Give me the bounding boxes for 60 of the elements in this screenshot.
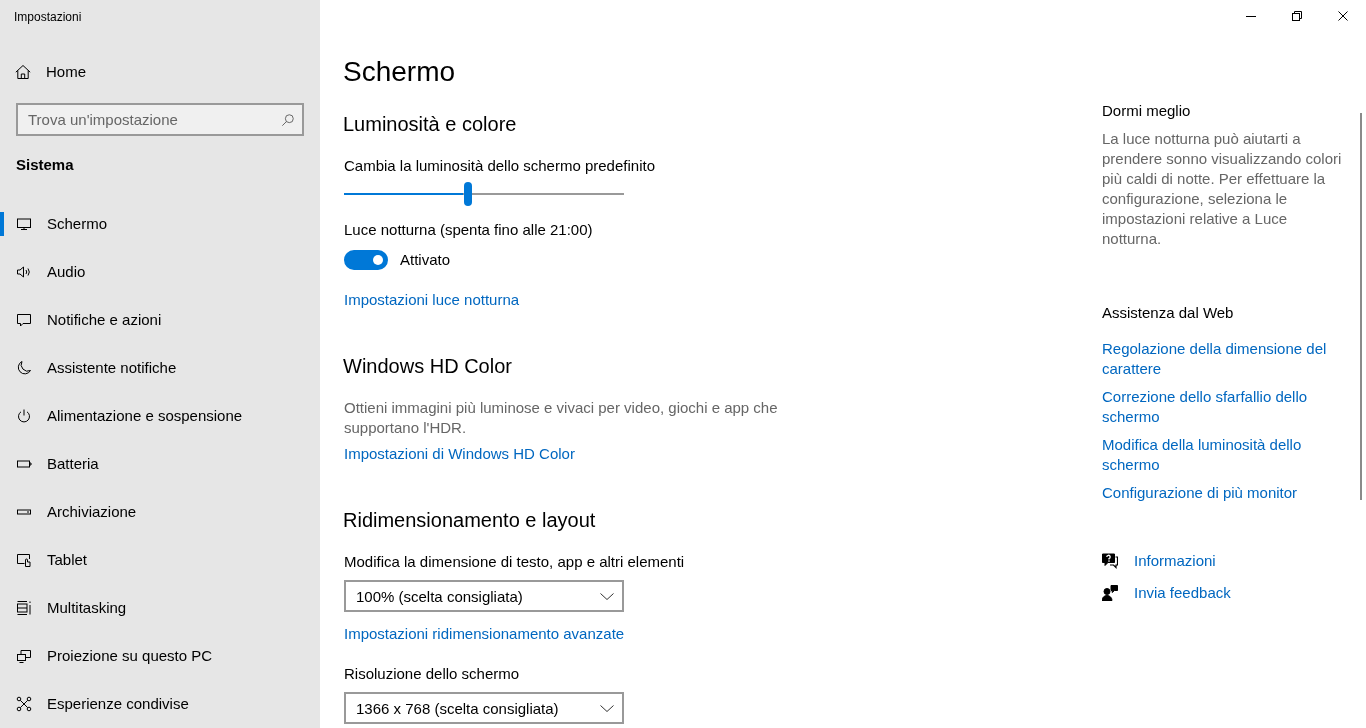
section-label: Sistema [16, 155, 74, 175]
dropdown[interactable]: 1366 x 768 (scelta consigliata) [344, 692, 624, 724]
settings-link[interactable]: Impostazioni di Windows HD Color [344, 444, 575, 464]
slider-thumb[interactable] [463, 182, 472, 206]
settings-link[interactable]: Impostazioni luce notturna [344, 290, 520, 310]
scrollbar[interactable] [1360, 113, 1362, 500]
search-field[interactable]: Trova un'impostazione [16, 103, 304, 136]
search-icon [281, 113, 295, 127]
power-icon [16, 408, 32, 424]
chevron-down-icon [600, 704, 614, 712]
sidebar-item[interactable]: Archiviazione [0, 488, 320, 536]
dropdown[interactable]: 100% (scelta consigliata) [344, 580, 624, 612]
sidebar-item[interactable]: Batteria [0, 440, 320, 488]
help-link[interactable]: Regolazione della dimensione del carattere [1102, 339, 1344, 379]
slider-label: Cambia la luminosità dello schermo predefinito [344, 156, 655, 176]
chevron-down-icon [600, 592, 614, 600]
settings-link[interactable]: Impostazioni ridimensionamento avanzate [344, 624, 625, 644]
aside-heading: Dormi meglio [1102, 101, 1191, 121]
sidebar-item[interactable]: Multitasking [0, 584, 320, 632]
aside-description: La luce notturna può aiutarti a prendere sonno visualizzando colori più caldi di notte. Per effettuare la configurazione, seleziona le impostazioni relative a Luce notturna. [1102, 129, 1343, 249]
sidebar-item[interactable]: Esperienze condivise [0, 680, 320, 728]
page-title: Schermo [343, 55, 456, 89]
help-link[interactable]: Correzione dello sfarfallio dello schermo [1102, 387, 1344, 427]
two-screens-icon [16, 648, 32, 664]
dropdown-label: Risoluzione dello schermo [344, 664, 520, 684]
split-window-icon [16, 600, 32, 616]
sidebar-item[interactable]: Notifiche e azioni [0, 296, 320, 344]
description-text: Ottieni immagini più luminose e vivaci per video, giochi e app che supportano l'HDR. [344, 398, 779, 438]
help-link[interactable]: Modifica della luminosità dello schermo [1102, 435, 1344, 475]
restore-icon [1292, 11, 1302, 21]
minimize-icon [1246, 15, 1256, 17]
speaker-icon [16, 264, 32, 280]
monitor-icon [16, 216, 32, 232]
dropdown-label: Modifica la dimensione di testo, app e altri elementi [344, 552, 685, 572]
sidebar-item[interactable]: Audio [0, 248, 320, 296]
moon-icon [16, 360, 32, 376]
toggle-switch[interactable] [344, 250, 388, 270]
section-heading: Luminosità e colore [343, 112, 517, 137]
sidebar-item[interactable]: Alimentazione e sospensione [0, 392, 320, 440]
home-icon [15, 64, 31, 80]
tablet-touch-icon [16, 552, 32, 568]
connected-nodes-icon [16, 696, 32, 712]
sidebar-item[interactable]: Assistente notifiche [0, 344, 320, 392]
action-link[interactable]: Invia feedback [1102, 583, 1231, 603]
sidebar-item[interactable]: Proiezione su questo PC [0, 632, 320, 680]
toggle-label: Luce notturna (spenta fino alle 21:00) [344, 220, 593, 240]
close-icon [1338, 11, 1348, 21]
home-link[interactable]: Home [0, 48, 320, 96]
speech-bubble-icon [16, 312, 32, 328]
toggle-state-label: Attivato [400, 250, 451, 270]
help-link[interactable]: Configurazione di più monitor [1102, 483, 1298, 503]
section-heading: Ridimensionamento e layout [343, 508, 596, 533]
action-link[interactable]: Informazioni [1102, 551, 1216, 571]
chat-question-icon [1102, 553, 1118, 569]
person-chat-icon [1102, 585, 1118, 601]
sidebar-item[interactable]: Tablet [0, 536, 320, 584]
section-heading: Windows HD Color [343, 354, 512, 379]
window-title: Impostazioni [14, 9, 82, 25]
aside-heading: Assistenza dal Web [1102, 303, 1234, 323]
sidebar-item[interactable]: Schermo [0, 200, 320, 248]
